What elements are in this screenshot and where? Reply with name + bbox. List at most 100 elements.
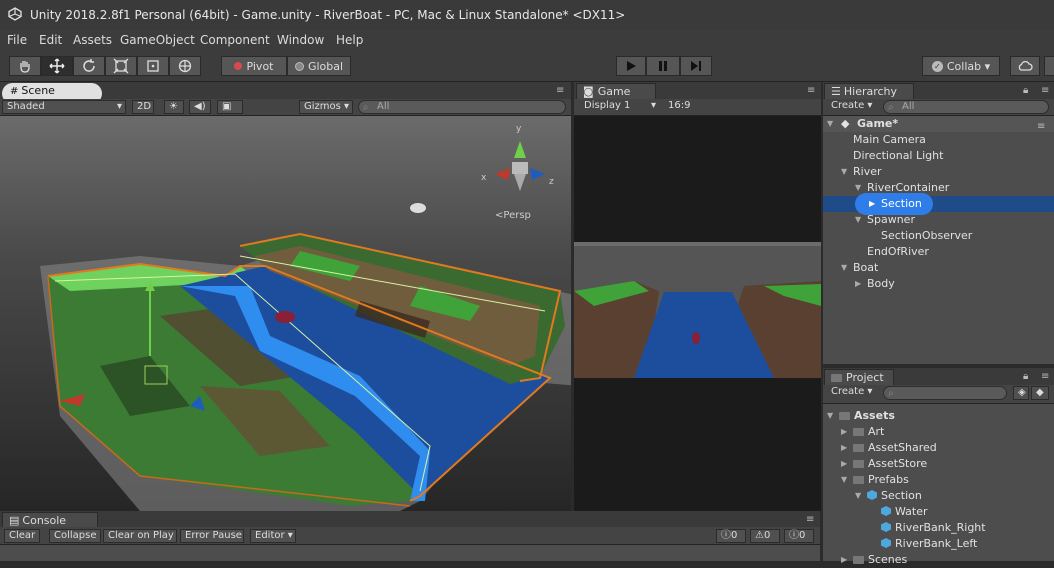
menu-edit[interactable]: Edit	[39, 33, 62, 47]
hierarchy-item-rivercontainer[interactable]: ▼ RiverContainer	[823, 180, 1054, 196]
hierarchy-item-section[interactable]: ▶ Section	[823, 193, 1054, 215]
project-item-assetshared[interactable]: ▶ AssetShared	[823, 440, 1054, 456]
aspect-dropdown[interactable]: 16:9	[664, 100, 724, 114]
lighting-toggle[interactable]: ☀	[164, 100, 184, 114]
expand-arrow-icon[interactable]: ▼	[827, 116, 833, 132]
console-error-toggle[interactable]: ⓘ0	[784, 529, 814, 543]
hierarchy-item-spawner[interactable]: ▼ Spawner	[823, 212, 1054, 228]
rotate-icon	[83, 59, 95, 72]
console-menu-icon[interactable]: ≡	[806, 514, 814, 525]
project-search-input[interactable]: ⌕	[883, 386, 1007, 400]
console-warning-toggle[interactable]: ⚠0	[750, 529, 780, 543]
menu-gameobject[interactable]: GameObject	[120, 33, 195, 47]
menu-file[interactable]: File	[7, 33, 27, 47]
scale-tool-button[interactable]	[105, 56, 137, 76]
expand-arrow-icon[interactable]: ▶	[841, 552, 847, 568]
project-item-art[interactable]: ▶ Art	[823, 424, 1054, 440]
expand-arrow-icon[interactable]: ▶	[841, 440, 847, 456]
menu-assets[interactable]: Assets	[73, 33, 112, 47]
play-button[interactable]	[616, 56, 646, 76]
pivot-toggle-button[interactable]: Pivot	[221, 56, 287, 76]
gizmos-dropdown[interactable]: Gizmos ▾	[299, 100, 353, 114]
hierarchy-create-button[interactable]: Create ▾	[827, 100, 877, 114]
project-create-button[interactable]: Create ▾	[827, 386, 877, 400]
expand-arrow-icon[interactable]: ▶	[841, 424, 847, 440]
hierarchy-scene-root[interactable]: ▼ ◆ Game* ≡	[823, 116, 1054, 132]
scene-viewport[interactable]: y x z <Persp	[0, 116, 571, 511]
panel-menu-icon[interactable]: ≡	[556, 85, 564, 96]
hierarchy-toolbar: Create ▾ ⌕ All	[823, 99, 1054, 116]
audio-toggle[interactable]: ◀)	[189, 100, 211, 114]
tab-console[interactable]: ▤ Console	[2, 512, 98, 528]
cloud-button[interactable]	[1010, 56, 1040, 76]
game-panel-menu-icon[interactable]: ≡	[807, 85, 815, 96]
scene-search-input[interactable]: ⌕ All	[358, 100, 566, 114]
expand-arrow-icon[interactable]: ▼	[855, 212, 861, 228]
folder-icon	[839, 412, 850, 420]
console-log-toggle[interactable]: ⓘ0	[716, 529, 746, 543]
filter-label-button[interactable]: ◆	[1031, 386, 1049, 400]
hand-tool-button[interactable]	[9, 56, 41, 76]
console-error-pause-toggle[interactable]: Error Pause	[180, 529, 244, 543]
folder-icon	[853, 556, 864, 564]
hierarchy-menu-icon[interactable]: ≡	[1041, 85, 1049, 96]
hierarchy-item-sectionobserver[interactable]: SectionObserver	[823, 228, 1054, 244]
console-collapse-toggle[interactable]: Collapse	[49, 529, 101, 543]
project-menu-icon[interactable]: ≡	[1041, 371, 1049, 382]
hierarchy-search-input[interactable]: ⌕ All	[883, 100, 1049, 114]
tab-hierarchy[interactable]: ☰ Hierarchy	[824, 83, 914, 99]
project-item-riverbank-left[interactable]: RiverBank_Left	[823, 536, 1054, 552]
global-toggle-button[interactable]: Global	[287, 56, 351, 76]
hierarchy-item-boat[interactable]: ▼ Boat	[823, 260, 1054, 276]
console-editor-dropdown[interactable]: Editor ▾	[250, 529, 296, 543]
display-dropdown[interactable]: Display 1 ▾	[580, 100, 658, 114]
collab-button[interactable]: ✓ Collab ▾	[922, 56, 1000, 76]
expand-arrow-icon[interactable]: ▼	[841, 260, 847, 276]
step-button[interactable]	[680, 56, 712, 76]
expand-arrow-icon[interactable]: ▼	[827, 408, 833, 424]
filter-type-button[interactable]: ◈	[1013, 386, 1029, 400]
project-item-label: Art	[868, 425, 885, 438]
move-tool-button[interactable]	[41, 56, 73, 76]
expand-arrow-icon[interactable]: ▶	[841, 456, 847, 472]
tab-game[interactable]: ◙ Game	[576, 83, 656, 99]
project-item-prefabs[interactable]: ▼ Prefabs	[823, 472, 1054, 488]
hierarchy-item-endofriver[interactable]: EndOfRiver	[823, 244, 1054, 260]
effects-dropdown[interactable]: ▣	[217, 100, 243, 114]
pause-button[interactable]	[646, 56, 680, 76]
console-clear-on-play-toggle[interactable]: Clear on Play	[103, 529, 177, 543]
game-viewport[interactable]	[574, 116, 821, 511]
project-item-riverbank-right[interactable]: RiverBank_Right	[823, 520, 1054, 536]
hierarchy-item-river[interactable]: ▼ River	[823, 164, 1054, 180]
hierarchy-item-main-camera[interactable]: Main Camera	[823, 132, 1054, 148]
rotate-tool-button[interactable]	[73, 56, 105, 76]
project-item-scenes[interactable]: ▶ Scenes	[823, 552, 1054, 568]
transform-tool-button[interactable]	[169, 56, 201, 76]
lock-icon[interactable]: 🔒︎	[1023, 85, 1028, 96]
persp-label[interactable]: <Persp	[495, 210, 531, 221]
hierarchy-item-body[interactable]: ▶ Body	[823, 276, 1054, 292]
console-clear-button[interactable]: Clear	[4, 529, 40, 543]
menu-help[interactable]: Help	[336, 33, 363, 47]
expand-arrow-icon[interactable]: ▼	[841, 472, 847, 488]
rect-tool-button[interactable]	[137, 56, 169, 76]
expand-arrow-icon[interactable]: ▼	[855, 488, 861, 504]
account-button[interactable]	[1044, 56, 1054, 76]
rect-tool-icon	[147, 60, 159, 72]
expand-arrow-icon[interactable]: ▼	[841, 164, 847, 180]
menu-component[interactable]: Component	[200, 33, 270, 47]
expand-arrow-icon[interactable]: ▶	[869, 196, 875, 212]
tab-project[interactable]: Project	[824, 369, 894, 385]
hierarchy-item-directional-light[interactable]: Directional Light	[823, 148, 1054, 164]
shading-mode-dropdown[interactable]: Shaded ▾	[2, 100, 126, 114]
project-item-section[interactable]: ▼ Section	[823, 488, 1054, 504]
console-log-area[interactable]	[0, 545, 820, 561]
project-item-assets[interactable]: ▼ Assets	[823, 408, 1054, 424]
lock-icon[interactable]: 🔒︎	[1023, 371, 1028, 382]
project-item-water[interactable]: Water	[823, 504, 1054, 520]
expand-arrow-icon[interactable]: ▶	[855, 276, 861, 292]
tab-scene[interactable]: # Scene	[4, 83, 74, 99]
menu-window[interactable]: Window	[277, 33, 324, 47]
project-item-assetstore[interactable]: ▶ AssetStore	[823, 456, 1054, 472]
mode-2d-toggle[interactable]: 2D	[132, 100, 154, 114]
